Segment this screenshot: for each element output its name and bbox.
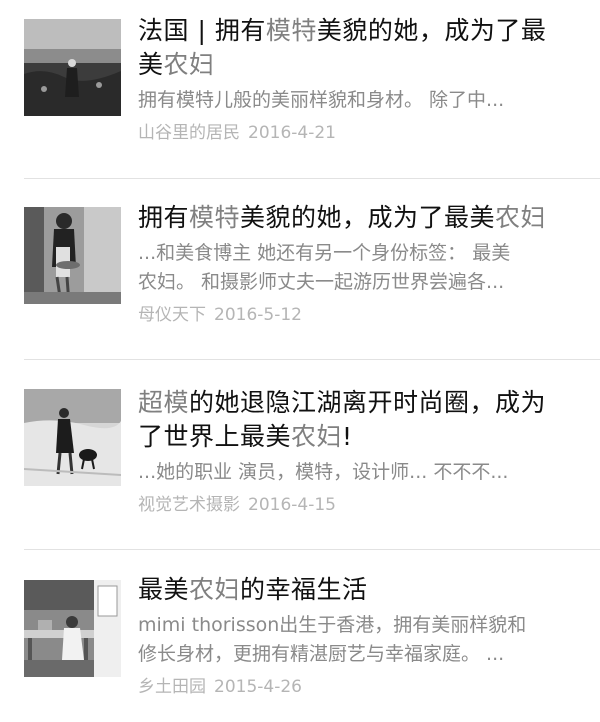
article-title[interactable]: 最美农妇的幸福生活 (138, 573, 584, 607)
article-date: 2016-5-12 (214, 305, 302, 325)
article-title[interactable]: 法国 | 拥有模特美貌的她，成为了最美农妇 (138, 14, 584, 82)
title-seg: 了世界上最美 (138, 422, 292, 451)
article-source: 山谷里的居民 (138, 123, 240, 143)
article-date: 2016-4-21 (248, 123, 336, 143)
article-snippet: 修长身材，更拥有精湛厨艺与幸福家庭。 ... (138, 643, 505, 665)
title-seg: 拥有 (138, 203, 190, 232)
title-seg: 法国 | 拥有 (138, 16, 266, 45)
article-thumbnail[interactable] (24, 389, 121, 486)
title-seg: ! (342, 422, 353, 451)
article-meta: 乡土田园 2015-4-26 (138, 675, 584, 699)
article-snippet: 农妇。 和摄影师丈夫一起游历世界尝遍各... (138, 271, 505, 293)
article-date: 2016-4-15 (248, 495, 336, 515)
title-keyword: 超模 (138, 388, 190, 417)
article-text: 超模的她退隐江湖离开时尚圈，成为了世界上最美农妇! ...她的职业 演员，模特，… (138, 386, 584, 517)
article-date: 2015-4-26 (214, 677, 302, 697)
article-thumbnail[interactable] (24, 207, 121, 304)
list-item[interactable]: 拥有模特美貌的她，成为了最美农妇 ...和美食博主 她还有另一个身份标签： 最美… (0, 179, 600, 359)
title-seg: 的幸福生活 (240, 575, 368, 604)
article-snippet: mimi thorisson出生于香港，拥有美丽样貌和 (138, 614, 527, 636)
article-text: 法国 | 拥有模特美貌的她，成为了最美农妇 拥有模特儿般的美丽样貌和身材。 除了… (138, 14, 584, 145)
photo-woman-with-dog (24, 389, 121, 486)
title-seg: 美貌的她，成为了最美 (240, 203, 496, 232)
title-seg: 美 (138, 50, 164, 79)
title-keyword: 农妇 (163, 50, 215, 79)
title-keyword: 农妇 (495, 203, 547, 232)
title-keyword: 模特 (265, 16, 317, 45)
article-snippet: ...和美食博主 她还有另一个身份标签： 最美 (138, 242, 511, 264)
title-seg: 美貌的她，成为了最 (316, 16, 547, 45)
title-seg: 最美 (138, 575, 190, 604)
list-item[interactable]: 最美农妇的幸福生活 mimi thorisson出生于香港，拥有美丽样貌和 修长… (0, 550, 600, 722)
article-source: 视觉艺术摄影 (138, 495, 240, 515)
article-text: 拥有模特美貌的她，成为了最美农妇 ...和美食博主 她还有另一个身份标签： 最美… (138, 201, 584, 327)
title-keyword: 农妇 (189, 575, 241, 604)
article-meta: 山谷里的居民 2016-4-21 (138, 121, 584, 145)
article-snippet: 拥有模特儿般的美丽样貌和身材。 除了中... (138, 89, 505, 111)
article-snippet: ...她的职业 演员，模特，设计师... 不不不... (138, 461, 509, 483)
article-text: 最美农妇的幸福生活 mimi thorisson出生于香港，拥有美丽样貌和 修长… (138, 573, 584, 699)
article-meta: 视觉艺术摄影 2016-4-15 (138, 493, 584, 517)
title-seg: 的她退隐江湖离开时尚圈，成为 (189, 388, 547, 417)
list-item[interactable]: 法国 | 拥有模特美貌的她，成为了最美农妇 拥有模特儿般的美丽样貌和身材。 除了… (0, 0, 600, 178)
article-source: 母仪天下 (138, 305, 206, 325)
title-keyword: 农妇 (291, 422, 343, 451)
article-source: 乡土田园 (138, 677, 206, 697)
list-item[interactable]: 超模的她退隐江湖离开时尚圈，成为了世界上最美农妇! ...她的职业 演员，模特，… (0, 360, 600, 549)
article-title[interactable]: 拥有模特美貌的她，成为了最美农妇 (138, 201, 584, 235)
article-thumbnail[interactable] (24, 580, 121, 677)
photo-woman-in-field (24, 19, 121, 116)
photo-woman-with-pan (24, 207, 121, 304)
title-keyword: 模特 (189, 203, 241, 232)
photo-woman-in-kitchen (24, 580, 121, 677)
article-title[interactable]: 超模的她退隐江湖离开时尚圈，成为了世界上最美农妇! (138, 386, 584, 454)
article-thumbnail[interactable] (24, 19, 121, 116)
article-meta: 母仪天下 2016-5-12 (138, 303, 584, 327)
article-list: 法国 | 拥有模特美貌的她，成为了最 美农妇 拥有模特儿般的美丽样貌和身材。 除了… (0, 0, 600, 722)
